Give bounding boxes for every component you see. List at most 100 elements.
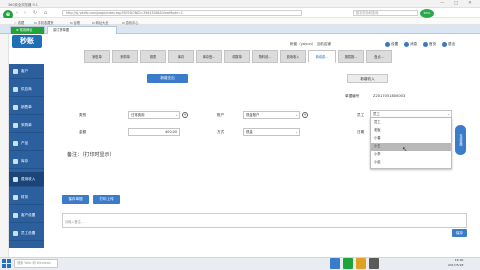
online-service-tab[interactable]: 在线客服 [455, 125, 466, 155]
chevron-down-icon: ⌄ [175, 113, 178, 117]
taskbar-browser-icon[interactable] [343, 258, 353, 269]
account-select[interactable]: 现金账户 ⌄ [243, 111, 300, 119]
doc-number-label: 单据编号 [345, 94, 360, 98]
taskbar-app-icon[interactable] [330, 258, 340, 269]
window-title: 360安全浏览器 9.1 [8, 2, 38, 7]
sidebar-item-finance[interactable]: 财务 [9, 190, 44, 205]
tab-inventory[interactable]: 库存 [168, 50, 194, 63]
settings-icon [13, 212, 18, 218]
minimize-button[interactable]: — [440, 1, 445, 6]
tab-new-expense[interactable]: 新增费... [308, 50, 336, 63]
new-expense-button[interactable]: 新增支出 [147, 74, 188, 83]
remark-title: 备注：（打印时显示） [67, 152, 115, 158]
home-button[interactable]: 首页 [423, 40, 436, 48]
taskbar-folder-icon[interactable] [356, 258, 366, 269]
purchase-icon [13, 122, 18, 128]
dropdown-option[interactable]: 员工 [371, 119, 451, 127]
user-info: 帐套（yayun） 当前店铺 [290, 42, 331, 46]
logout-button[interactable]: 退出 [442, 40, 455, 48]
bookmark-item[interactable]: ⊡ 手机收藏夹 [34, 20, 54, 25]
browser-toolbar: ‹ › ↻ ⌂ http://sj.ydxfb.com/page/index.a… [0, 8, 480, 18]
tab-material[interactable]: 物料领... [252, 50, 278, 63]
category-label: 类别 [79, 113, 87, 117]
sidebar-item-suppliers[interactable]: 供应商 [9, 82, 44, 97]
chevron-down-icon: ⌄ [295, 113, 298, 117]
message-icon [404, 41, 409, 47]
url-bar[interactable]: http://sj.ydxfb.com/page/index.asp?SESSI… [62, 9, 302, 16]
dropdown-option[interactable]: 小赵 [371, 159, 451, 167]
home-icon[interactable]: ⌂ [44, 10, 47, 16]
bookmarks-bar: ☆ 收藏 ⊡ 手机收藏夹 ⊡ 谷歌 ⊡ 网址大全 ⊡ 游戏中心 [0, 18, 480, 25]
settings-button[interactable]: 设置 [385, 40, 398, 48]
sidebar-item-customer-settings[interactable]: 客户设置 [9, 208, 44, 223]
taskbar-search[interactable]: 搜索 Web 和 Windows [14, 259, 58, 268]
sidebar-item-inventory[interactable]: 库存 [9, 154, 44, 169]
tab-count[interactable]: 盘点... [366, 50, 392, 63]
browser-tab-app[interactable]: 易订货单据 [47, 26, 117, 34]
add-account-icon[interactable]: + [302, 112, 308, 118]
taskbar-clock: 16:30 2017/5/18 [448, 258, 464, 267]
print-upload-button[interactable]: 打印上传 [93, 195, 120, 204]
windows-start-icon[interactable] [2, 259, 11, 268]
maximize-button[interactable]: □ [454, 1, 458, 6]
tab-expense-income[interactable]: 费用收入 [280, 50, 306, 63]
method-label: 方式 [217, 130, 225, 134]
sidebar-item-products[interactable]: 产品 [9, 136, 44, 151]
home-icon [423, 41, 428, 47]
bookmark-item[interactable]: ⊡ 游戏中心 [122, 20, 138, 25]
close-window-button[interactable]: ✕ [468, 1, 472, 6]
cpu-meter: 80% [420, 9, 434, 18]
bookmark-item[interactable]: ⊡ 网址大全 [92, 20, 108, 25]
category-select[interactable]: 日常费用 ⌄ [128, 111, 180, 119]
dropdown-option[interactable]: 小李 [371, 151, 451, 159]
browser-tab-home[interactable]: ⊕ 常用网址 [10, 26, 45, 34]
amount-label: 金额 [79, 130, 87, 134]
browser-search-box[interactable]: 数字防伪码查询 [353, 9, 418, 16]
refresh-icon[interactable]: ↻ [33, 10, 37, 16]
tab-reports[interactable]: 报表 [140, 50, 166, 63]
forward-icon[interactable]: › [24, 10, 26, 16]
product-icon [13, 140, 18, 146]
dropdown-option[interactable]: 老板 [371, 127, 451, 135]
method-select[interactable]: 现金 ⌄ [243, 128, 300, 136]
tab-damage[interactable]: 报损报... [338, 50, 364, 63]
amount-input[interactable]: 400.00 [128, 128, 180, 136]
module-tab-strip: 销售单 采购单 报表 库存 库存盘... 调拨单 物料领... 费用收入 新增费… [84, 50, 480, 63]
dropdown-option[interactable]: 小春 [371, 135, 451, 143]
browser-tab-strip: ⊕ 常用网址 易订货单据 [0, 25, 480, 34]
sidebar-item-staff-settings[interactable]: 员工设置 [9, 226, 44, 241]
bookmark-item[interactable]: ☆ 收藏 [14, 20, 24, 25]
app-logo: 秒账 [12, 35, 42, 48]
sidebar-item-customers[interactable]: 客户 [9, 64, 44, 79]
tab-stocktake[interactable]: 库存盘... [196, 50, 222, 63]
sidebar-item-sales[interactable]: 销售单 [9, 100, 44, 115]
memo-input[interactable]: 请输入备注... [62, 213, 467, 228]
chevron-down-icon: ⌄ [295, 130, 298, 134]
date-label: 日期 [357, 130, 365, 134]
sidebar-item-expense-income[interactable]: 费用收入 [9, 172, 44, 187]
back-icon[interactable]: ‹ [16, 10, 18, 16]
dropdown-option-selected[interactable]: 小王 [371, 143, 451, 151]
doc-number-value: Z2017051800003 [373, 94, 406, 98]
staff-dropdown-list: 员工 老板 小春 小王 小李 小赵 [370, 117, 452, 169]
staff-label: 员工 [357, 113, 365, 117]
mouse-cursor-icon: ↖ [402, 146, 408, 153]
save-document-button[interactable]: 保存单据 [62, 195, 89, 204]
sidebar-item-purchase[interactable]: 采购单 [9, 118, 44, 133]
inventory-icon [13, 158, 18, 164]
tab-transfer[interactable]: 调拨单 [224, 50, 250, 63]
taskbar-app-icon[interactable] [369, 258, 379, 269]
nav-sidebar: 客户 供应商 销售单 采购单 产品 库存 费用收入 财务 客户设置 员工设置 [9, 64, 44, 248]
power-icon [442, 41, 447, 47]
add-category-icon[interactable]: + [182, 112, 188, 118]
messages-button[interactable]: 消息 [404, 40, 417, 48]
bookmark-item[interactable]: ⊡ 谷歌 [70, 20, 80, 25]
account-label: 账户 [217, 113, 225, 117]
memo-save-button[interactable]: 保存 [452, 229, 467, 237]
tab-purchase[interactable]: 采购单 [112, 50, 138, 63]
new-income-button[interactable]: 新增收入 [347, 74, 388, 83]
finance-icon [13, 194, 18, 200]
gear-icon [385, 41, 390, 47]
expense-icon [13, 176, 18, 182]
tab-sales[interactable]: 销售单 [84, 50, 110, 63]
